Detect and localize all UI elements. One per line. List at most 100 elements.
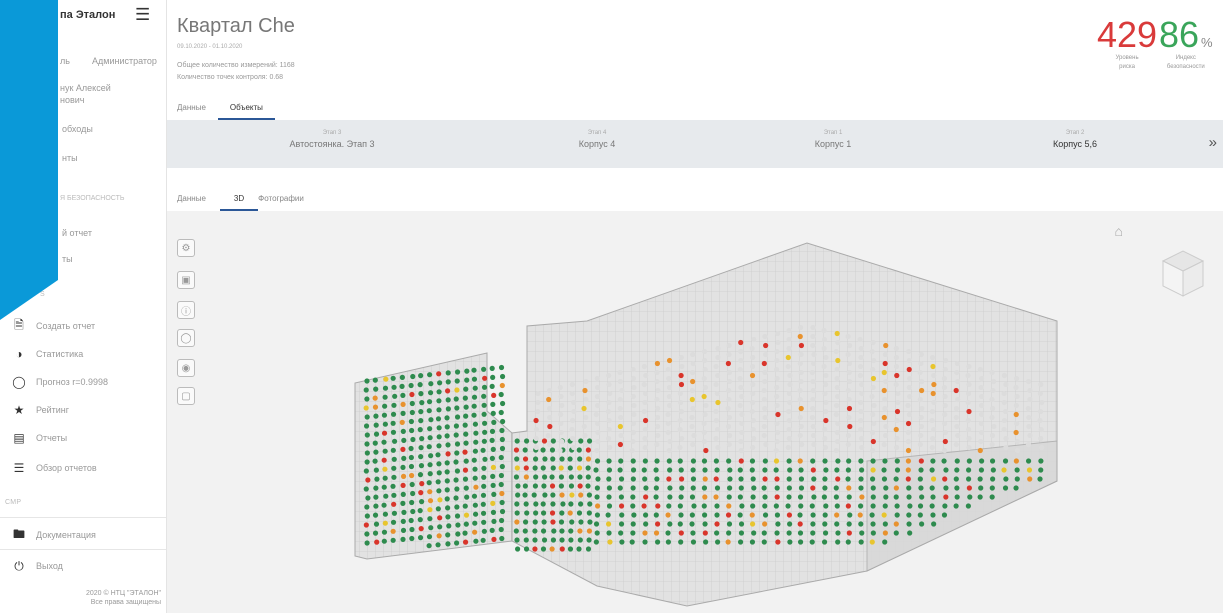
measurement-point [373,521,380,527]
tab-objects[interactable]: Объекты [217,97,275,120]
measurement-point [1014,438,1020,445]
measurement-point [373,449,379,455]
measurement-point [642,417,649,424]
measurement-point [464,494,470,500]
measurement-point [522,483,528,489]
measurement-point [786,476,792,482]
measurement-point [917,369,923,376]
measurement-point [541,438,548,444]
measurement-point [513,474,520,480]
measurement-point [453,423,460,429]
measurement-point [455,522,461,528]
measurement-point [437,497,443,503]
measurement-point [833,494,839,500]
stage-1[interactable]: Этап 3 Автостоянка. Этап 3 [287,130,377,149]
menu-item-label: Статистика [36,349,84,359]
measurement-point [547,423,553,430]
measurement-point [738,447,744,454]
measurement-point [834,521,840,527]
measurement-point [533,426,540,433]
measurement-point [750,381,756,388]
measurement-point [918,378,925,385]
menu-item-documents-partial[interactable]: нты [62,153,78,163]
measurement-point [491,536,497,542]
measurement-point [481,402,487,408]
measurement-point [391,501,397,507]
measurement-point [550,438,556,444]
measurement-point [559,537,565,543]
measurement-point [1038,426,1044,433]
stage-name: Корпус 1 [814,139,852,149]
measurement-point [372,377,378,383]
measurement-point [786,327,792,334]
measurement-point [436,533,442,539]
measurement-point [751,336,757,343]
measurement-point [953,405,960,412]
measurement-point [810,458,816,464]
measurement-point [594,512,601,518]
measurement-point [1001,467,1007,473]
measurement-point [427,471,433,477]
logout-button[interactable]: ⏻ Выход [0,553,166,579]
measurement-point [480,492,487,498]
tab-view-3d[interactable]: 3D [219,188,259,211]
measurement-point [630,494,636,500]
menu-item-statistics[interactable]: ◑ Статистика [0,341,166,367]
menu-item-reports[interactable]: ▤ Отчеты [0,425,166,451]
stage-4[interactable]: Этап 2 Корпус 5,6 [1040,130,1110,149]
measurement-point [363,522,369,528]
measurement-point [870,476,876,482]
measurement-point [491,518,497,524]
measurement-point [679,476,685,482]
measurement-point [364,513,370,519]
measurement-point [587,519,593,525]
measurement-point [966,363,972,370]
menu-item-documentation[interactable]: 🖿 Документация [0,522,166,548]
measurement-point [409,499,415,506]
measurement-point [541,519,547,525]
measurement-point [1038,458,1044,464]
measurement-point [541,537,548,543]
tab-view-photos[interactable]: Фотографии [258,188,318,211]
measurement-point [810,512,816,518]
menu-item-report[interactable]: й отчет [62,228,92,238]
measurement-point [463,521,469,527]
measurement-point [773,503,779,509]
stage-2[interactable]: Этап 4 Корпус 4 [567,130,627,149]
measurement-point [523,474,529,480]
measurement-point [882,521,888,527]
measurement-point [774,530,780,536]
measurement-point [631,411,637,418]
measurement-point [382,385,389,391]
menu-toggle-icon[interactable]: ☰ [135,5,150,25]
measurement-point [989,414,995,421]
measurement-point [436,443,442,449]
measurement-point [642,530,648,536]
measurement-point [895,390,901,397]
menu-item-rating[interactable]: ★ Рейтинг [0,397,166,423]
stage-3[interactable]: Этап 1 Корпус 1 [803,130,863,149]
3d-viewer[interactable]: ⚙ ▣ ⓘ ◯ ◉ ▢ ⌂ [167,211,1223,613]
menu-item-other[interactable]: ты [62,254,73,264]
menu-item-forecast[interactable]: ◯ Прогноз r=0.9998 [0,369,166,395]
measurement-point [643,512,649,518]
measurement-point [365,477,371,483]
measurement-point [929,485,935,491]
measurement-point [726,396,732,403]
measurement-point [642,444,648,451]
measurement-point [702,411,708,418]
measurement-point [773,447,779,454]
measurement-point [400,392,406,398]
measurement-point [882,360,888,367]
measurement-point [655,521,661,527]
tab-view-data[interactable]: Данные [177,188,220,211]
measurement-point [774,402,780,409]
stage-name: Корпус 5,6 [1052,139,1098,149]
menu-item-rounds[interactable]: обходы [62,124,93,134]
menu-item-reports-overview[interactable]: ☰ Обзор отчетов [0,455,166,481]
measurement-point [1014,447,1021,454]
tab-data[interactable]: Данные [177,97,218,120]
measurement-point [809,503,815,509]
chevron-right-icon[interactable]: » [1209,134,1217,151]
measurement-point [583,414,589,421]
